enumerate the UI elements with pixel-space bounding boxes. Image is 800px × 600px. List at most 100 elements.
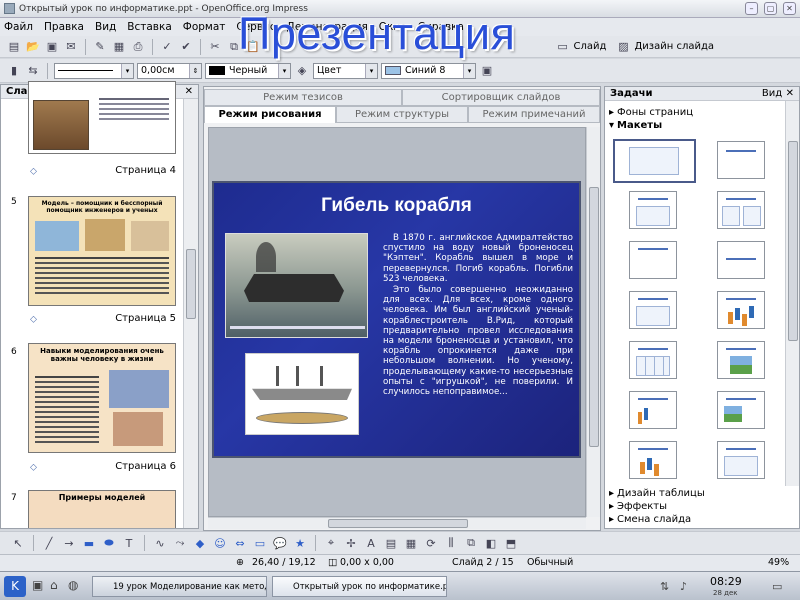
- maximize-button[interactable]: ▢: [764, 2, 777, 15]
- scrollbar-thumb[interactable]: [328, 519, 468, 528]
- tab-slide-sorter[interactable]: Сортировщик слайдов: [402, 89, 600, 106]
- arrow-line-icon[interactable]: →: [61, 535, 77, 551]
- slide[interactable]: Гибель корабля В 1870 г. английское Адми…: [212, 181, 581, 458]
- save-icon[interactable]: ▣: [44, 39, 60, 55]
- rotate-icon[interactable]: ⟳: [423, 535, 439, 551]
- extrusion-icon[interactable]: ◧: [483, 535, 499, 551]
- section-backgrounds[interactable]: ▸ Фоны страниц: [609, 107, 693, 118]
- scrollbar-thumb[interactable]: [788, 141, 798, 341]
- gallery-icon[interactable]: ▦: [403, 535, 419, 551]
- slide-body-text[interactable]: В 1870 г. английское Адмиралтейство спус…: [383, 233, 573, 398]
- tab-notes[interactable]: Режим примечаний: [468, 106, 600, 123]
- layout-title-image[interactable]: [717, 341, 765, 379]
- section-slide-transition[interactable]: ▸ Смена слайда: [609, 514, 691, 525]
- task-window-active[interactable]: Открытый урок по информатике.ppt - O...: [272, 576, 447, 597]
- layout-title-text[interactable]: [629, 241, 677, 279]
- select-icon[interactable]: ↖: [10, 535, 26, 551]
- layout-title-chart[interactable]: [717, 291, 765, 329]
- network-icon[interactable]: ⇅: [660, 580, 669, 593]
- spellcheck-icon[interactable]: ✓: [159, 39, 175, 55]
- menu-edit[interactable]: Правка: [44, 21, 84, 33]
- ship-photo[interactable]: [225, 233, 368, 338]
- line-icon[interactable]: ╱: [41, 535, 57, 551]
- align-icon[interactable]: ⫼: [443, 535, 459, 551]
- status-zoom[interactable]: 49%: [768, 557, 789, 568]
- fontwork-icon[interactable]: A: [363, 535, 379, 551]
- section-layouts[interactable]: ▾ Макеты: [609, 120, 662, 131]
- stars-icon[interactable]: ★: [292, 535, 308, 551]
- area-style-select[interactable]: Цвет ▾: [313, 62, 378, 79]
- slide-design-button[interactable]: Дизайн слайда: [634, 41, 714, 52]
- rectangle-icon[interactable]: ▬: [81, 535, 97, 551]
- clock-time[interactable]: 08:29: [710, 575, 742, 588]
- slides-scrollbar[interactable]: [183, 99, 198, 528]
- shadow-icon[interactable]: ▣: [479, 63, 495, 79]
- arrow-style-icon[interactable]: ⇆: [25, 63, 41, 79]
- slide-thumbnail[interactable]: Модель – помощник и бесспорный помощник …: [28, 196, 176, 306]
- points-icon[interactable]: ⌖: [323, 535, 339, 551]
- edit-file-icon[interactable]: ✎: [92, 39, 108, 55]
- slide-title[interactable]: Гибель корабля: [214, 195, 579, 217]
- section-table-design[interactable]: ▸ Дизайн таблицы: [609, 488, 705, 499]
- basic-shapes-icon[interactable]: ◆: [192, 535, 208, 551]
- slide-button[interactable]: Слайд: [574, 41, 607, 52]
- layout-title-table[interactable]: [629, 341, 677, 379]
- ellipse-icon[interactable]: ⬬: [101, 535, 117, 551]
- tab-outline[interactable]: Режим тезисов: [204, 89, 402, 106]
- close-tasks-icon[interactable]: ✕: [786, 88, 794, 99]
- launcher-icon[interactable]: ▣: [32, 578, 43, 592]
- volume-icon[interactable]: ♪: [680, 580, 687, 593]
- tasks-view-menu[interactable]: Вид: [762, 88, 782, 99]
- print-icon[interactable]: ⎙: [130, 39, 146, 55]
- connector-icon[interactable]: ⤳: [172, 535, 188, 551]
- layout-title-only[interactable]: [717, 141, 765, 179]
- flowchart-icon[interactable]: ▭: [252, 535, 268, 551]
- menu-view[interactable]: Вид: [95, 21, 116, 33]
- menu-format[interactable]: Формат: [183, 21, 226, 33]
- email-icon[interactable]: ✉: [63, 39, 79, 55]
- layout-title-content[interactable]: [629, 191, 677, 229]
- toggle-3d-icon[interactable]: ⬒: [503, 535, 519, 551]
- line-color-select[interactable]: Черный ▾: [205, 62, 291, 79]
- task-window[interactable]: 19 урок Моделирование как метод позна...: [92, 576, 267, 597]
- glue-points-icon[interactable]: ✢: [343, 535, 359, 551]
- layout-centered-text[interactable]: [717, 241, 765, 279]
- block-arrows-icon[interactable]: ⇔: [232, 535, 248, 551]
- canvas-hscroll[interactable]: [208, 517, 586, 529]
- layout-image-text[interactable]: [717, 391, 765, 429]
- slide-thumbnail[interactable]: Примеры моделей: [28, 490, 176, 528]
- slide-thumbnail[interactable]: Навыки моделирования очень важны человек…: [28, 343, 176, 453]
- tab-outline-view[interactable]: Режим структуры: [336, 106, 468, 123]
- tasks-scrollbar[interactable]: [785, 101, 799, 486]
- cut-icon[interactable]: ✂: [207, 39, 223, 55]
- line-width-field[interactable]: 0,00см ⇕: [137, 62, 202, 79]
- from-file-icon[interactable]: ▤: [383, 535, 399, 551]
- minimize-button[interactable]: –: [745, 2, 758, 15]
- symbol-shapes-icon[interactable]: ☺: [212, 535, 228, 551]
- scrollbar-thumb[interactable]: [589, 187, 599, 447]
- desktop-icon[interactable]: ▭: [772, 580, 782, 593]
- layout-chart-2[interactable]: [629, 441, 677, 479]
- text-icon[interactable]: T: [121, 535, 137, 551]
- curve-icon[interactable]: ∿: [152, 535, 168, 551]
- close-button[interactable]: ✕: [783, 2, 796, 15]
- ship-drawing[interactable]: [245, 353, 359, 435]
- slide-thumbnail[interactable]: [28, 81, 176, 154]
- layout-title-2content[interactable]: [717, 191, 765, 229]
- browser-icon[interactable]: ◍: [68, 578, 78, 592]
- layout-text-2[interactable]: [717, 441, 765, 479]
- canvas-vscroll[interactable]: [586, 127, 600, 517]
- home-folder-icon[interactable]: ⌂: [50, 578, 58, 592]
- new-doc-icon[interactable]: ▤: [6, 39, 22, 55]
- open-icon[interactable]: 📂: [25, 39, 41, 55]
- autospell-icon[interactable]: ✔: [178, 39, 194, 55]
- tab-drawing[interactable]: Режим рисования: [204, 106, 336, 123]
- line-style-select[interactable]: ▾: [54, 62, 134, 79]
- export-pdf-icon[interactable]: ▦: [111, 39, 127, 55]
- section-effects[interactable]: ▸ Эффекты: [609, 501, 667, 512]
- layout-title-box[interactable]: [629, 291, 677, 329]
- callouts-icon[interactable]: 💬: [272, 535, 288, 551]
- menu-insert[interactable]: Вставка: [127, 21, 172, 33]
- slide-icon[interactable]: ▭: [555, 39, 571, 55]
- start-menu-icon[interactable]: K: [4, 576, 26, 597]
